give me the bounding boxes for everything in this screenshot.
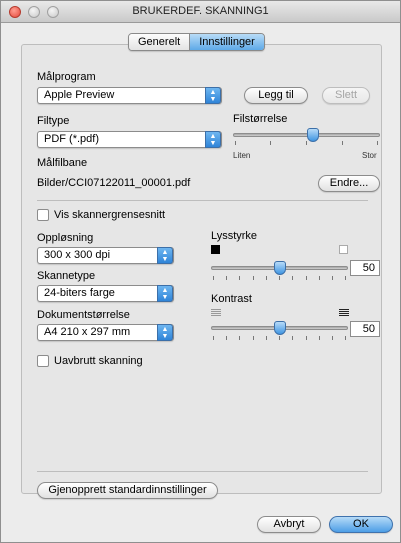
popup-arrows-icon: ▲ ▼	[205, 87, 221, 104]
target-app-label: Målprogram	[37, 71, 96, 83]
high-contrast-icon	[339, 309, 349, 318]
scan-type-popup[interactable]: 24-biters farge ▲ ▼	[37, 285, 174, 302]
show-scanner-interface-checkbox[interactable]	[37, 209, 49, 221]
contrast-slider-thumb[interactable]	[274, 321, 286, 335]
continuous-scan-label: Uavbrutt skanning	[54, 355, 143, 367]
resolution-popup[interactable]: 300 x 300 dpi ▲ ▼	[37, 247, 174, 264]
contrast-ticks	[213, 336, 346, 340]
title-bar[interactable]: BRUKERDEF. SKANNING1	[1, 1, 400, 23]
brightness-label: Lysstyrke	[211, 230, 258, 242]
resolution-label: Oppløsning	[37, 232, 94, 244]
cancel-button[interactable]: Avbryt	[257, 516, 321, 533]
file-type-popup[interactable]: PDF (*.pdf) ▲ ▼	[37, 131, 222, 148]
change-path-button[interactable]: Endre...	[318, 175, 380, 192]
scan-type-label: Skannetype	[37, 270, 96, 282]
popup-arrows-icon: ▲ ▼	[205, 131, 221, 148]
delete-program-button[interactable]: Slett	[322, 87, 370, 104]
destination-path-value: Bilder/CCI07122011_00001.pdf	[37, 177, 191, 189]
continuous-scan-checkbox[interactable]	[37, 355, 49, 367]
tab-settings[interactable]: Innstillinger	[189, 34, 264, 50]
brightness-value-field[interactable]: 50	[350, 260, 380, 276]
destination-path-label: Målfilbane	[37, 157, 88, 169]
contrast-label: Kontrast	[211, 293, 252, 305]
file-size-slider-thumb[interactable]	[307, 128, 319, 142]
file-size-max-label: Stor	[362, 151, 377, 160]
scan-settings-window: BRUKERDEF. SKANNING1 Målprogram Apple Pr…	[0, 0, 401, 543]
popup-arrows-icon: ▲ ▼	[157, 247, 173, 264]
tab-bar: Generelt Innstillinger	[128, 33, 265, 51]
brightness-slider-thumb[interactable]	[274, 261, 286, 275]
light-icon	[339, 245, 348, 254]
settings-panel: Målprogram Apple Preview ▲ ▼ Legg til Sle…	[21, 44, 382, 494]
show-scanner-interface-label: Vis skannergrensesnitt	[54, 209, 166, 221]
tab-general[interactable]: Generelt	[129, 34, 190, 50]
scan-type-value: 24-biters farge	[44, 287, 115, 299]
document-size-popup[interactable]: A4 210 x 297 mm ▲ ▼	[37, 324, 174, 341]
low-contrast-icon	[211, 309, 221, 318]
separator	[37, 471, 368, 472]
file-type-value: PDF (*.pdf)	[44, 133, 100, 145]
restore-defaults-button[interactable]: Gjenopprett standardinnstillinger	[37, 482, 218, 499]
add-program-button[interactable]: Legg til	[244, 87, 308, 104]
file-size-label: Filstørrelse	[233, 113, 288, 125]
window-title: BRUKERDEF. SKANNING1	[132, 5, 269, 17]
ok-button[interactable]: OK	[329, 516, 393, 533]
contrast-value-field[interactable]: 50	[350, 321, 380, 337]
resolution-value: 300 x 300 dpi	[44, 249, 111, 261]
target-app-popup[interactable]: Apple Preview ▲ ▼	[37, 87, 222, 104]
dark-icon	[211, 245, 220, 254]
document-size-label: Dokumentstørrelse	[37, 309, 130, 321]
file-size-ticks	[235, 141, 378, 145]
popup-arrows-icon: ▲ ▼	[157, 324, 173, 341]
target-app-value: Apple Preview	[44, 89, 115, 101]
document-size-value: A4 210 x 297 mm	[44, 326, 131, 338]
file-type-label: Filtype	[37, 115, 70, 127]
popup-arrows-icon: ▲ ▼	[157, 285, 173, 302]
separator	[37, 200, 368, 201]
file-size-min-label: Liten	[233, 151, 251, 160]
brightness-ticks	[213, 276, 346, 280]
